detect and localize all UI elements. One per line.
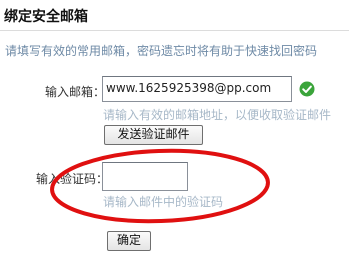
email-label: 输入邮箱： — [45, 85, 106, 99]
check-icon — [299, 81, 315, 97]
email-hint: 请输入有效的邮箱地址，以便收取验证邮件 — [103, 108, 332, 122]
instruction-text: 请填写有效的常用邮箱，密码遗忘时将有助于快速找回密码 — [5, 44, 318, 58]
title-divider — [0, 30, 349, 31]
page-title: 绑定安全邮箱 — [4, 9, 88, 25]
email-input[interactable]: www.1625925398@pp.com — [102, 76, 292, 102]
verification-code-input[interactable] — [102, 162, 188, 191]
bind-email-panel: 绑定安全邮箱 请填写有效的常用邮箱，密码遗忘时将有助于快速找回密码 输入邮箱： … — [0, 0, 349, 276]
verification-code-label: 输入验证码： — [36, 172, 109, 186]
send-verification-email-button[interactable]: 发送验证邮件 — [104, 125, 203, 145]
confirm-button[interactable]: 确定 — [107, 231, 151, 251]
verification-code-hint: 请输入邮件中的验证码 — [103, 195, 224, 209]
